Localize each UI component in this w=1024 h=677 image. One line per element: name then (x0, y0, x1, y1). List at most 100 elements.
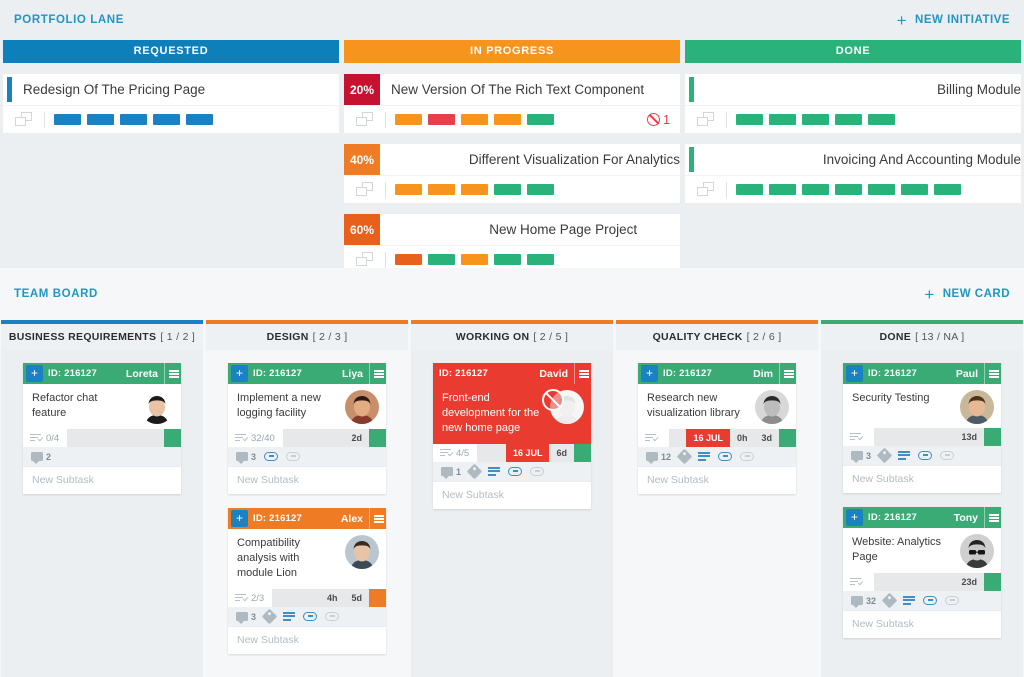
team-board-title: TEAM BOARD (14, 288, 98, 300)
comments[interactable]: 32 (851, 596, 876, 608)
team-column-body: + ID: 216127 Paul Security Testing 13d 3 New S… (821, 350, 1023, 677)
portfolio-column: IN PROGRESS 20% New Version Of The Rich Te… (344, 40, 680, 284)
portfolio-progress-segment (395, 184, 422, 195)
new-subtask-button[interactable]: New Subtask (433, 481, 591, 509)
duplicate-icon[interactable] (356, 251, 378, 268)
duplicate-icon[interactable] (15, 111, 37, 128)
task-status-marker (369, 589, 386, 607)
task-card[interactable]: + ID: 216127 Loreta Refactor chat feature 0/… (23, 363, 181, 494)
team-column-count: [ 2 / 5 ] (533, 331, 569, 343)
attachment-icon[interactable] (940, 451, 955, 460)
task-card[interactable]: + ID: 216127 Paul Security Testing 13d 3 New S… (843, 363, 1001, 493)
comments[interactable]: 3 (851, 450, 872, 463)
checklist-icon (850, 432, 864, 442)
task-card[interactable]: ID: 216127 David Front-end development for… (433, 363, 591, 509)
attachment-icon[interactable] (530, 467, 545, 476)
task-duration: 4h (326, 593, 338, 603)
task-card-icons: 12 (638, 447, 796, 466)
team-column-name: BUSINESS REQUIREMENTS (8, 331, 157, 343)
portfolio-progress-segment (736, 114, 763, 125)
attachment-icon[interactable] (325, 612, 340, 621)
team-column-count: [ 2 / 6 ] (746, 331, 782, 343)
card-menu-icon[interactable] (369, 363, 386, 384)
team-column-name: WORKING ON (455, 331, 530, 343)
card-menu-icon[interactable] (779, 363, 796, 384)
task-status-marker (984, 573, 1001, 591)
comments[interactable]: 2 (31, 452, 51, 464)
portfolio-progress-segment (802, 184, 829, 195)
add-subtask-icon[interactable]: + (846, 509, 863, 526)
task-card[interactable]: + ID: 216127 Dim Research new visualization… (638, 363, 796, 494)
card-menu-icon[interactable] (984, 363, 1001, 384)
new-subtask-button[interactable]: New Subtask (843, 465, 1001, 493)
new-initiative-button[interactable]: + NEW INITIATIVE (897, 12, 1010, 29)
add-subtask-icon[interactable]: + (26, 365, 43, 382)
team-column-count: [ 2 / 3 ] (312, 331, 348, 343)
attachment-icon[interactable] (740, 452, 755, 461)
portfolio-card[interactable]: Redesign Of The Pricing Page (3, 74, 339, 133)
comment-icon (31, 452, 43, 464)
new-card-button[interactable]: + NEW CARD (924, 286, 1010, 303)
description-icon[interactable] (488, 467, 501, 476)
comments[interactable]: 1 (441, 466, 462, 479)
team-column-body: ID: 216127 David Front-end development for… (411, 350, 613, 677)
task-card[interactable]: + ID: 216127 Alex Compatibility analysis wi… (228, 508, 386, 654)
new-subtask-button[interactable]: New Subtask (843, 610, 1001, 638)
task-card[interactable]: + ID: 216127 Liya Implement a new logging f… (228, 363, 386, 494)
comments[interactable]: 3 (236, 452, 256, 464)
link-icon[interactable] (918, 451, 933, 460)
portfolio-progress-bar (736, 114, 1011, 125)
duplicate-icon[interactable] (697, 111, 719, 128)
portfolio-card-name-wrap: New Home Page Project (380, 214, 680, 245)
link-icon[interactable] (923, 596, 938, 605)
new-subtask-button[interactable]: New Subtask (228, 466, 386, 494)
attachment-icon[interactable] (945, 596, 960, 605)
add-subtask-icon[interactable]: + (231, 510, 248, 527)
duplicate-icon[interactable] (356, 181, 378, 198)
tag-icon[interactable] (261, 608, 278, 625)
new-subtask-button[interactable]: New Subtask (638, 466, 796, 494)
portfolio-column-body: 20% New Version Of The Rich Text Componen… (344, 63, 680, 273)
card-menu-icon[interactable] (984, 507, 1001, 528)
portfolio-card[interactable]: 20% New Version Of The Rich Text Componen… (344, 74, 680, 133)
link-icon[interactable] (508, 467, 523, 476)
portfolio-card[interactable]: Invoicing And Accounting Module (685, 144, 1021, 203)
card-menu-icon[interactable] (369, 508, 386, 529)
duplicate-icon[interactable] (697, 181, 719, 198)
description-icon[interactable] (283, 612, 296, 621)
description-icon[interactable] (903, 596, 916, 605)
add-subtask-icon[interactable]: + (641, 365, 658, 382)
comments[interactable]: 12 (646, 452, 671, 464)
add-subtask-icon[interactable]: + (846, 365, 863, 382)
new-subtask-button[interactable]: New Subtask (228, 626, 386, 654)
description-icon[interactable] (698, 452, 711, 461)
task-card[interactable]: + ID: 216127 Tony Website: Analytics Page 23… (843, 507, 1001, 638)
portfolio-card-name-wrap: Redesign Of The Pricing Page (12, 74, 339, 105)
description-icon[interactable] (898, 451, 911, 460)
comment-icon (851, 451, 863, 463)
link-icon[interactable] (264, 452, 279, 461)
duplicate-icon[interactable] (356, 111, 378, 128)
add-subtask-icon[interactable]: + (231, 365, 248, 382)
new-subtask-button[interactable]: New Subtask (23, 466, 181, 494)
portfolio-progress-segment (428, 184, 455, 195)
tag-icon[interactable] (466, 463, 483, 480)
portfolio-card[interactable]: 60% New Home Page Project (344, 214, 680, 273)
portfolio-card-footer (685, 175, 1021, 203)
tag-icon[interactable] (676, 448, 693, 465)
portfolio-card[interactable]: 40% Different Visualization For Analytics (344, 144, 680, 203)
tag-icon[interactable] (881, 592, 898, 609)
comment-count: 1 (456, 466, 462, 477)
task-checklist (843, 428, 874, 446)
tag-icon[interactable] (876, 447, 893, 464)
link-icon[interactable] (718, 452, 733, 461)
card-menu-icon[interactable] (574, 363, 591, 384)
portfolio-card[interactable]: Billing Module (685, 74, 1021, 133)
comments[interactable]: 3 (236, 612, 256, 624)
task-checklist: 2/3 (228, 589, 273, 607)
link-icon[interactable] (303, 612, 318, 621)
attachment-icon[interactable] (286, 452, 301, 461)
card-menu-icon[interactable] (164, 363, 181, 384)
comment-count: 3 (866, 450, 872, 461)
divider (385, 251, 386, 268)
